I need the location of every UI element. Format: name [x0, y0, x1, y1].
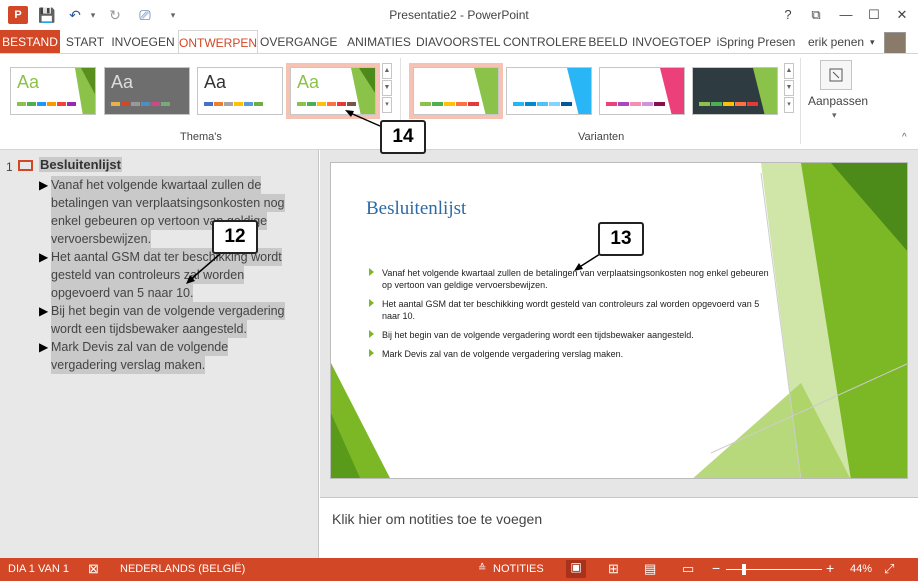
variants-more-icon[interactable]: ▾	[784, 97, 794, 113]
themes-scroll-down-icon[interactable]: ▼	[382, 80, 392, 96]
outline-bullet-line[interactable]: opgevoerd van 5 naar 10.	[51, 284, 194, 302]
tab-ontwerpen[interactable]: ONTWERPEN	[178, 30, 258, 54]
zoom-level[interactable]: 44%	[850, 563, 872, 575]
notes-toggle-icon[interactable]: ≙	[478, 563, 486, 574]
outline-bullet-line[interactable]: Vanaf het volgende kwartaal zullen de	[51, 176, 262, 194]
tab-start[interactable]: START	[63, 30, 107, 54]
ribbon-display-options-icon[interactable]: ⧉	[804, 4, 828, 26]
variant-3[interactable]	[599, 67, 685, 115]
outline-bullet-line[interactable]: betalingen van verplaatsingsonkosten nog	[51, 194, 285, 212]
tab-invoegen[interactable]: INVOEGEN	[110, 30, 176, 54]
language-indicator[interactable]: NEDERLANDS (BELGIË)	[120, 563, 245, 575]
avatar[interactable]	[884, 32, 906, 54]
normal-view-icon[interactable]: ▣	[566, 560, 586, 578]
tab-beeld[interactable]: BEELD	[586, 30, 630, 54]
outline-slide-title[interactable]: Besluitenlijst	[39, 157, 122, 172]
help-icon[interactable]: ?	[776, 4, 800, 26]
customize-dropdown-icon[interactable]: ▾	[832, 110, 837, 121]
theme-sample-text: Aa	[111, 72, 134, 92]
tab-animaties[interactable]: ANIMATIES	[344, 30, 414, 54]
themes-more-icon[interactable]: ▾	[382, 97, 392, 113]
theme-office[interactable]: Aa	[10, 67, 96, 115]
callout-14: 14	[380, 120, 426, 154]
bullet-arrow-icon: ▶	[39, 250, 49, 264]
slide-counter: DIA 1 VAN 1	[8, 563, 69, 575]
slide-bullet[interactable]: Bij het begin van de volgende vergaderin…	[369, 329, 769, 341]
ribbon-tabs: BESTAND START INVOEGEN ONTWERPEN OVERGAN…	[0, 30, 918, 54]
minimize-icon[interactable]: —	[834, 4, 858, 26]
spellcheck-icon[interactable]: ⊠	[88, 561, 99, 577]
notes-pane[interactable]: Klik hier om notities toe te voegen	[320, 497, 918, 558]
variants-scroll-down-icon[interactable]: ▼	[784, 80, 794, 96]
themes-scroll-up-icon[interactable]: ▲	[382, 63, 392, 79]
outline-bullet-line[interactable]: vervoersbewijzen.	[51, 230, 152, 248]
user-dropdown-icon[interactable]: ▾	[870, 30, 875, 54]
bullet-arrow-icon	[369, 268, 374, 276]
notes-placeholder[interactable]: Klik hier om notities toe te voegen	[332, 511, 542, 527]
outline-bullet-line[interactable]: wordt een tijdsbewaker aangesteld.	[51, 320, 247, 338]
tab-diavoorstel[interactable]: DIAVOORSTEL	[416, 30, 500, 54]
tab-overgangen[interactable]: OVERGANGE	[260, 30, 337, 54]
callout-13: 13	[598, 222, 644, 256]
theme-facet-selected[interactable]: Aa	[286, 63, 380, 119]
group-separator	[800, 58, 801, 144]
user-name[interactable]: erik penen	[808, 30, 864, 54]
zoom-out-icon[interactable]: −	[712, 560, 720, 576]
outline-bullet-line[interactable]: gesteld van controleurs zal worden	[51, 266, 245, 284]
theme-plain[interactable]: Aa	[197, 67, 283, 115]
maximize-icon[interactable]: ☐	[862, 4, 886, 26]
slide-canvas[interactable]: Besluitenlijst Vanaf het volgende kwarta…	[330, 162, 908, 479]
group-label-variants: Varianten	[578, 131, 625, 143]
collapse-ribbon-icon[interactable]: ^	[902, 132, 907, 143]
slide-title[interactable]: Besluitenlijst	[366, 198, 466, 220]
slide-icon[interactable]	[18, 160, 33, 171]
slideshow-icon[interactable]: ▭	[682, 561, 694, 577]
slide-sorter-icon[interactable]: ⊞	[608, 561, 619, 577]
variants-scroll-up-icon[interactable]: ▲	[784, 63, 794, 79]
outline-bullet-line[interactable]: Bij het begin van de volgende vergaderin…	[51, 302, 285, 320]
zoom-slider-thumb[interactable]	[742, 564, 746, 575]
group-label-themes: Thema's	[180, 131, 222, 143]
bullet-arrow-icon: ▶	[39, 304, 49, 318]
reading-view-icon[interactable]: ▤	[644, 561, 656, 577]
close-icon[interactable]: ✕	[890, 4, 914, 26]
tab-controleren[interactable]: CONTROLERE	[503, 30, 586, 54]
bullet-arrow-icon	[369, 299, 374, 307]
title-bar: P 💾 ↶ ▾ ↻ ⎚ ▾ Presentatie2 - PowerPoint …	[0, 0, 918, 30]
customize-icon[interactable]	[820, 60, 852, 90]
theme-sample-text: Aa	[204, 72, 227, 92]
bullet-arrow-icon	[369, 349, 374, 357]
bullet-arrow-icon	[369, 330, 374, 338]
tab-bestand[interactable]: BESTAND	[0, 30, 60, 54]
tab-ispring[interactable]: iSpring Presen	[714, 30, 798, 54]
variant-2[interactable]	[506, 67, 592, 115]
slide-bullet[interactable]: Vanaf het volgende kwartaal zullen de be…	[369, 267, 769, 291]
status-bar: DIA 1 VAN 1 ⊠ NEDERLANDS (BELGIË) ≙ NOTI…	[0, 558, 918, 581]
outline-bullet-line[interactable]: vergadering verslag maken.	[51, 356, 206, 374]
variant-4[interactable]	[692, 67, 778, 115]
theme-dark-texture[interactable]: Aa	[104, 67, 190, 115]
outline-bullet-line[interactable]: Mark Devis zal van de volgende	[51, 338, 229, 356]
variant-1-selected[interactable]	[409, 63, 503, 119]
notes-toggle[interactable]: NOTITIES	[493, 563, 544, 575]
zoom-slider[interactable]	[726, 569, 822, 570]
customize-button-label[interactable]: Aanpassen	[808, 94, 868, 108]
slide-bullet[interactable]: Mark Devis zal van de volgende vergaderi…	[369, 348, 769, 360]
zoom-in-icon[interactable]: +	[826, 560, 834, 576]
fit-slide-icon[interactable]: ⤢	[884, 561, 894, 577]
tab-invoegtoepassingen[interactable]: INVOEGTOEP	[632, 30, 711, 54]
slide-bullet[interactable]: Het aantal GSM dat ter beschikking wordt…	[369, 298, 769, 322]
callout-12: 12	[212, 220, 258, 254]
bullet-arrow-icon: ▶	[39, 178, 49, 192]
bullet-arrow-icon: ▶	[39, 340, 49, 354]
outline-slide-number: 1	[6, 160, 13, 174]
